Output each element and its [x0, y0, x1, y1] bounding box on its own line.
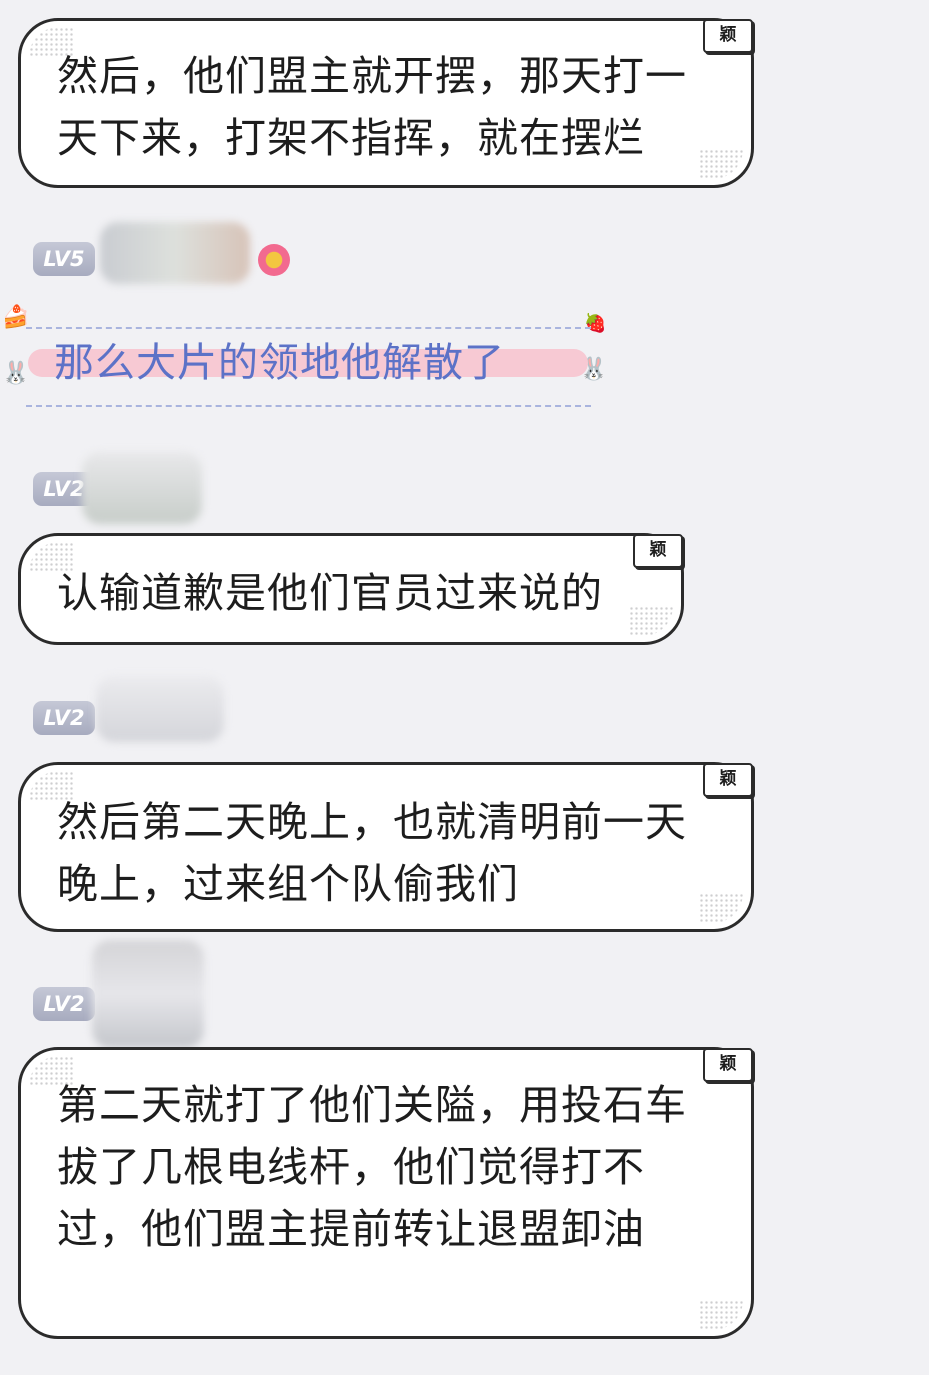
blurred-username — [96, 676, 224, 742]
bubble-dots-decoration — [699, 1300, 743, 1330]
message-text: 然后第二天晚上，也就清明前一天晚上，过来组个队偷我们 — [57, 798, 687, 908]
blurred-username — [100, 222, 250, 284]
level-badge: LV2 — [33, 987, 95, 1021]
flower-icon — [258, 244, 290, 276]
level-badge: LV2 — [33, 701, 95, 735]
message-bubble-1[interactable]: 颖 然后，他们盟主就开摆，那天打一天下来，打架不指挥，就在摆烂 — [18, 18, 754, 188]
message-bubble-3[interactable]: 颖 认输道歉是他们官员过来说的 — [18, 533, 684, 645]
blurred-username — [92, 940, 204, 1048]
message-text: 那么大片的领地他解散了 — [54, 340, 505, 386]
message-bubble-4[interactable]: 颖 然后第二天晚上，也就清明前一天晚上，过来组个队偷我们 — [18, 762, 754, 932]
message-bubble-5[interactable]: 颖 第二天就打了他们关隘，用投石车拔了几根电线杆，他们觉得打不过，他们盟主提前转… — [18, 1047, 754, 1339]
message-text: 第二天就打了他们关隘，用投石车拔了几根电线杆，他们觉得打不过，他们盟主提前转让退… — [57, 1081, 687, 1253]
level-badge: LV5 — [33, 242, 95, 276]
message-bubble-2[interactable]: 🍰 🐰 🐰 🍓 那么大片的领地他解散了 — [0, 305, 620, 415]
message-text: 认输道歉是他们官员过来说的 — [57, 569, 603, 617]
message-text: 然后，他们盟主就开摆，那天打一天下来，打架不指挥，就在摆烂 — [57, 52, 687, 162]
blurred-username — [82, 452, 202, 524]
